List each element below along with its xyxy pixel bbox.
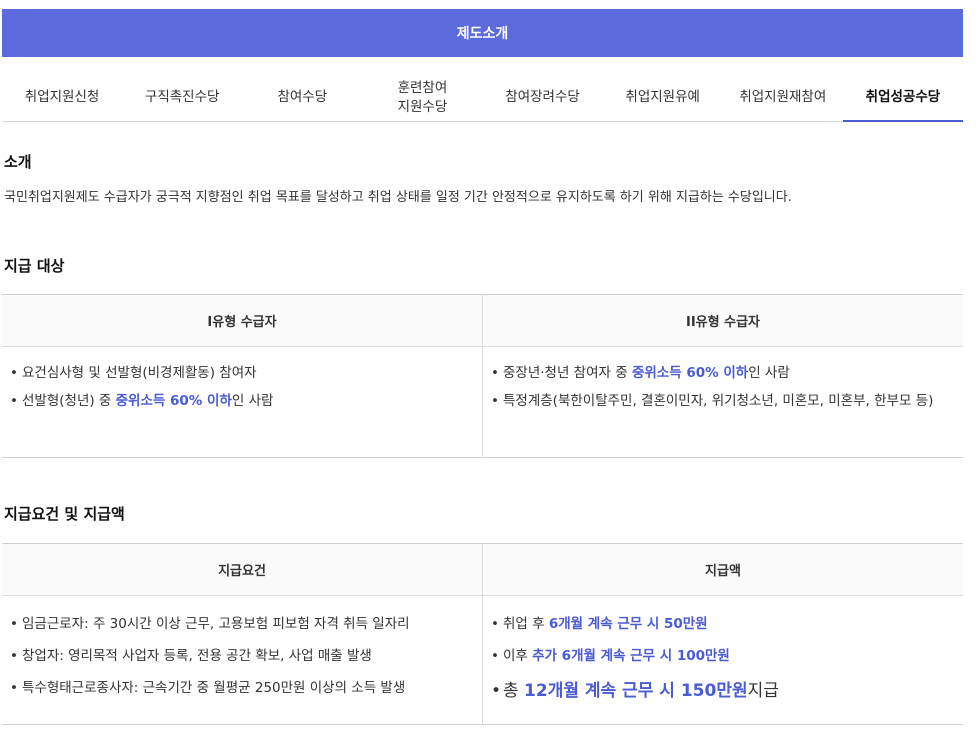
tab-employment-success-allowance[interactable]: 취업성공수당 [842, 74, 964, 122]
highlight-text: 6개월 계속 근무 시 50만원 [548, 616, 708, 632]
highlight-text: 12개월 계속 근무 시 150만원 [524, 681, 748, 701]
tab-support-deferral[interactable]: 취업지원유예 [603, 74, 723, 121]
list-item: 임금근로자: 주 30시간 이상 근무, 고용보험 피보험 자격 취득 일자리 [10, 608, 482, 640]
tab-job-support-application[interactable]: 취업지원신청 [2, 74, 122, 121]
list-item: 선발형(청년) 중 중위소득 60% 이하인 사람 [10, 387, 482, 415]
tab-participation-incentive[interactable]: 참여장려수당 [483, 74, 603, 121]
tab-bar: 취업지원신청 구직촉진수당 참여수당 훈련참여 지원수당 참여장려수당 취업지원… [2, 74, 964, 122]
highlight-text: 추가 6개월 계속 근무 시 100만원 [532, 648, 730, 664]
intro-title: 소개 [4, 153, 32, 171]
list-item: 취업 후 6개월 계속 근무 시 50만원 [491, 608, 963, 640]
highlight-text: 중위소득 60% 이하 [631, 365, 749, 381]
page-header: 제도소개 [2, 9, 963, 57]
tab-training-support-allowance[interactable]: 훈련참여 지원수당 [362, 74, 482, 121]
list-item: 특수형태근로종사자: 근속기간 중 월평균 250만원 이상의 소득 발생 [10, 672, 482, 704]
list-item: 특정계층(북한이탈주민, 결혼이민자, 위기청소년, 미혼모, 미혼부, 한부모… [491, 387, 949, 415]
eligibility-col2-cell: 중장년·청년 참여자 중 중위소득 60% 이하인 사람 특정계층(북한이탈주민… [482, 346, 963, 458]
eligibility-col1-header: I유형 수급자 [2, 294, 483, 347]
payment-col2-header: 지급액 [482, 543, 963, 596]
list-item: 이후 추가 6개월 계속 근무 시 100만원 [491, 640, 963, 672]
eligibility-table: I유형 수급자 II유형 수급자 요건심사형 및 선발형(비경제활동) 참여자 … [2, 294, 963, 458]
payment-col1-header: 지급요건 [2, 543, 483, 596]
tab-support-reparticipation[interactable]: 취업지원재참여 [723, 74, 843, 121]
payment-col2-cell: 취업 후 6개월 계속 근무 시 50만원 이후 추가 6개월 계속 근무 시 … [482, 595, 963, 725]
payment-title: 지급요건 및 지급액 [4, 505, 125, 523]
payment-table: 지급요건 지급액 임금근로자: 주 30시간 이상 근무, 고용보험 피보험 자… [2, 543, 963, 725]
tab-job-seeking-allowance[interactable]: 구직촉진수당 [122, 74, 242, 121]
payment-col1-cell: 임금근로자: 주 30시간 이상 근무, 고용보험 피보험 자격 취득 일자리 … [2, 596, 483, 725]
list-item: 요건심사형 및 선발형(비경제활동) 참여자 [10, 359, 482, 387]
list-item: 창업자: 영리목적 사업자 등록, 전용 공간 확보, 사업 매출 발생 [10, 640, 482, 672]
eligibility-title: 지급 대상 [4, 257, 65, 275]
page-title: 제도소개 [456, 26, 509, 42]
eligibility-col1-cell: 요건심사형 및 선발형(비경제활동) 참여자 선발형(청년) 중 중위소득 60… [2, 347, 483, 458]
highlight-text: 중위소득 60% 이하 [115, 393, 232, 409]
intro-text: 국민취업지원제도 수급자가 궁극적 지향점인 취업 목표를 달성하고 취업 상태… [4, 190, 792, 205]
list-item: 중장년·청년 참여자 중 중위소득 60% 이하인 사람 [491, 359, 949, 387]
list-item-total: 총 12개월 계속 근무 시 150만원지급 [491, 674, 963, 708]
tab-participation-allowance[interactable]: 참여수당 [242, 74, 362, 121]
eligibility-col2-header: II유형 수급자 [482, 294, 963, 347]
